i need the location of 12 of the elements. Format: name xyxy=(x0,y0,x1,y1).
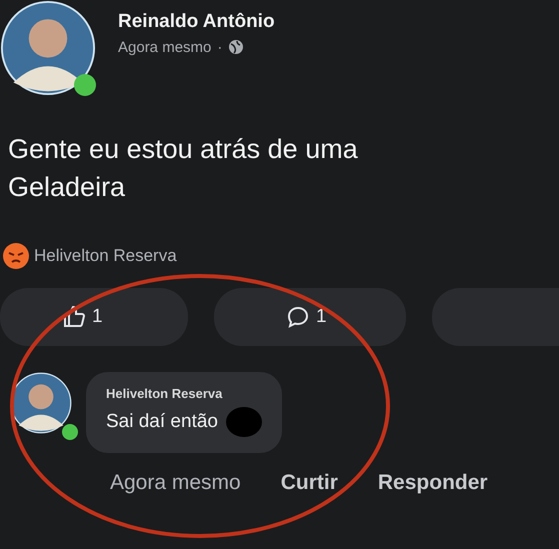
like-button[interactable]: 1 xyxy=(0,288,188,346)
comment-text: Sai daí então xyxy=(106,411,218,433)
post-text: Gente eu estou atrás de uma Geladeira xyxy=(8,133,359,204)
post-time: Agora mesmo xyxy=(118,38,212,56)
separator: · xyxy=(217,38,222,56)
author-name[interactable]: Reinaldo Antônio xyxy=(118,10,275,32)
comment-button[interactable]: 1 xyxy=(214,288,406,346)
reactor-name[interactable]: Helivelton Reserva xyxy=(34,246,177,266)
comment-action-link[interactable]: Curtir xyxy=(280,471,338,495)
commenter-name[interactable]: Helivelton Reserva xyxy=(106,386,262,401)
comment-time: Agora mesmo xyxy=(110,471,241,495)
comment-action-link[interactable]: Responder xyxy=(378,471,488,495)
